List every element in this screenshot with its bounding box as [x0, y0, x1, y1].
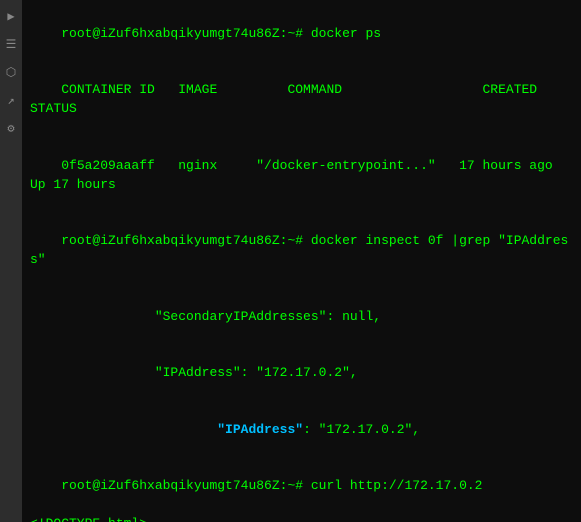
terminal-line: root@iZuf6hxabqikyumgt74u86Z:~# docker p… — [30, 6, 573, 63]
prompt: root@iZuf6hxabqikyumgt74u86Z:~# — [61, 233, 311, 248]
terminal-line: "IPAddress": "172.17.0.2", — [30, 345, 573, 402]
terminal-line: root@iZuf6hxabqikyumgt74u86Z:~# docker i… — [30, 213, 573, 288]
output-text: "SecondaryIPAddresses": null, — [61, 309, 381, 324]
sidebar-icon-3[interactable]: ⬡ — [3, 64, 19, 80]
terminal-line: "IPAddress": "172.17.0.2", — [30, 402, 573, 459]
sidebar-icon-5[interactable]: ⚙ — [3, 120, 19, 136]
output-text: "IPAddress": "172.17.0.2", — [61, 365, 357, 380]
command-text: docker ps — [311, 26, 381, 41]
sidebar-icon-4[interactable]: ↗ — [3, 92, 19, 108]
output-text — [61, 422, 217, 437]
terminal[interactable]: root@iZuf6hxabqikyumgt74u86Z:~# docker p… — [22, 0, 581, 522]
sidebar-icon-2[interactable]: ☰ — [3, 36, 19, 52]
terminal-line: 0f5a209aaaff nginx "/docker-entrypoint..… — [30, 138, 573, 213]
terminal-line: CONTAINER ID IMAGE COMMAND CREATED STATU… — [30, 63, 573, 138]
output-text: 0f5a209aaaff nginx "/docker-entrypoint..… — [30, 158, 581, 192]
terminal-line: "SecondaryIPAddresses": null, — [30, 289, 573, 346]
output-text: CONTAINER ID IMAGE COMMAND CREATED STATU… — [30, 82, 581, 116]
prompt: root@iZuf6hxabqikyumgt74u86Z:~# — [61, 478, 311, 493]
command-text: curl http://172.17.0.2 — [311, 478, 483, 493]
terminal-line: root@iZuf6hxabqikyumgt74u86Z:~# curl htt… — [30, 458, 573, 515]
highlight-ip: "IPAddress" — [217, 422, 303, 437]
sidebar-icon-1[interactable]: ▶ — [3, 8, 19, 24]
output-text: <!DOCTYPE html> — [30, 516, 147, 522]
output-text: : "172.17.0.2", — [303, 422, 420, 437]
prompt: root@iZuf6hxabqikyumgt74u86Z:~# — [61, 26, 311, 41]
terminal-line: <!DOCTYPE html> — [30, 515, 573, 522]
sidebar: ▶ ☰ ⬡ ↗ ⚙ — [0, 0, 22, 522]
